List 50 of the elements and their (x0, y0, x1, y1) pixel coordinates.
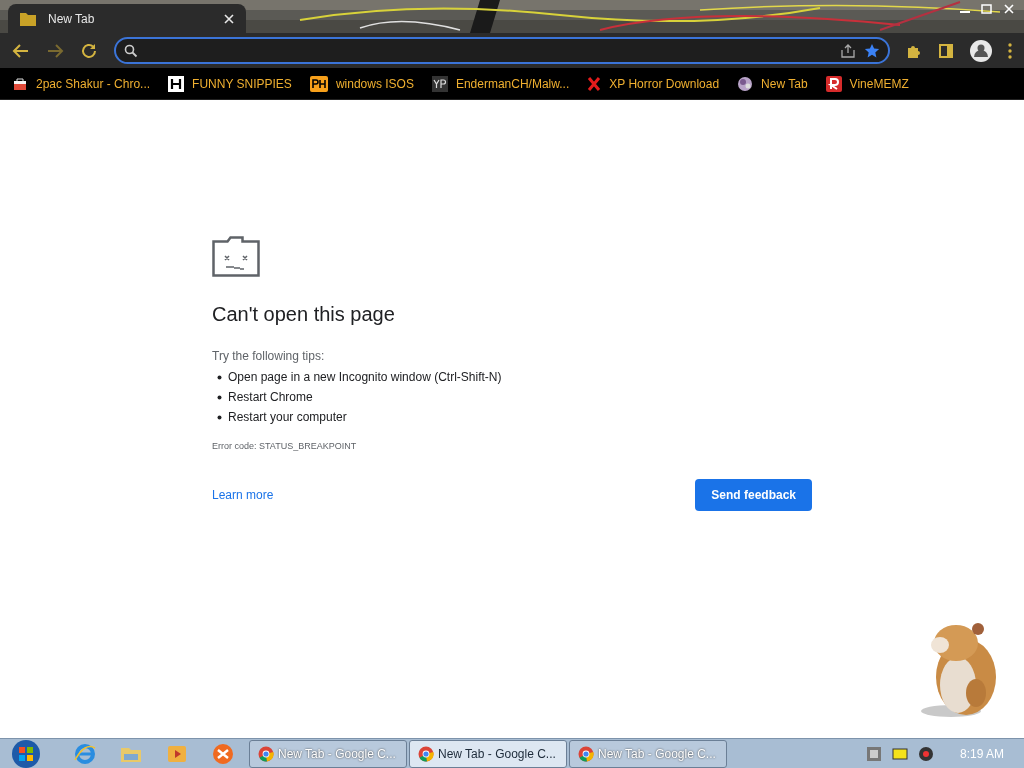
h-logo-icon (168, 75, 185, 92)
tips-intro: Try the following tips: (212, 348, 326, 365)
bag-icon (12, 75, 28, 92)
bookmark-link[interactable]: New Tab (761, 74, 808, 93)
taskbar-button[interactable]: New Tab - Google C... (409, 739, 567, 768)
app-icon[interactable] (211, 741, 235, 766)
bookmark-link[interactable]: windows ISOS (335, 74, 414, 93)
tab-title: New Tab (48, 10, 96, 28)
reload-icon[interactable] (80, 41, 98, 60)
close-icon[interactable] (1002, 4, 1016, 14)
globe-icon (737, 75, 754, 92)
tip-text: Restart Chrome (228, 389, 313, 406)
bullet-icon (217, 374, 222, 380)
sad-folder-icon (212, 235, 260, 277)
error-title: Can't open this page (212, 302, 396, 327)
tip-text: Restart your computer (228, 409, 347, 426)
chrome-icon (258, 745, 274, 762)
tray-speaker-icon[interactable] (917, 745, 934, 762)
chrome-icon (418, 745, 434, 762)
ph-logo-icon (309, 75, 328, 92)
r-logo-icon (825, 75, 842, 92)
learn-more-link[interactable]: Learn more (212, 485, 274, 504)
bookmark-link[interactable]: EndermanCH/Malw... (455, 74, 570, 93)
chrome-icon (578, 745, 594, 762)
bookmark-link[interactable]: 2pac Shakur - Chro... (36, 74, 151, 93)
error-code: Error code: STATUS_BREAKPOINT (212, 440, 358, 453)
address-bar[interactable] (114, 37, 890, 64)
restore-icon[interactable] (980, 4, 994, 14)
bookmark-link[interactable]: FUNNY SNIPPIES (192, 74, 292, 93)
forward-icon[interactable] (46, 41, 64, 60)
close-icon[interactable] (224, 13, 234, 24)
bookmark-link[interactable]: XP Horror Download (609, 74, 720, 93)
star-icon[interactable] (864, 42, 880, 59)
menu-icon[interactable] (1008, 42, 1012, 59)
bookmark-link[interactable]: VineMEMZ (849, 74, 909, 93)
bullet-icon (217, 414, 222, 420)
avatar-icon[interactable] (970, 39, 992, 62)
tray-app-icon[interactable] (865, 745, 882, 762)
share-icon[interactable] (840, 42, 856, 59)
side-panel-icon[interactable] (938, 42, 954, 59)
clock: 8:19 AM (959, 745, 1004, 763)
back-icon[interactable] (12, 41, 30, 60)
send-feedback-button[interactable]: Send feedback (695, 478, 812, 511)
yp-logo-icon (431, 75, 448, 92)
search-icon (124, 43, 138, 58)
cross-icon (587, 75, 602, 92)
bullet-icon (217, 394, 222, 400)
tray-note-icon[interactable] (891, 745, 908, 762)
browser-tab[interactable]: New Tab (8, 4, 246, 33)
tip-text: Open page in a new Incognito window (Ctrl-Shift-N) (228, 369, 502, 386)
